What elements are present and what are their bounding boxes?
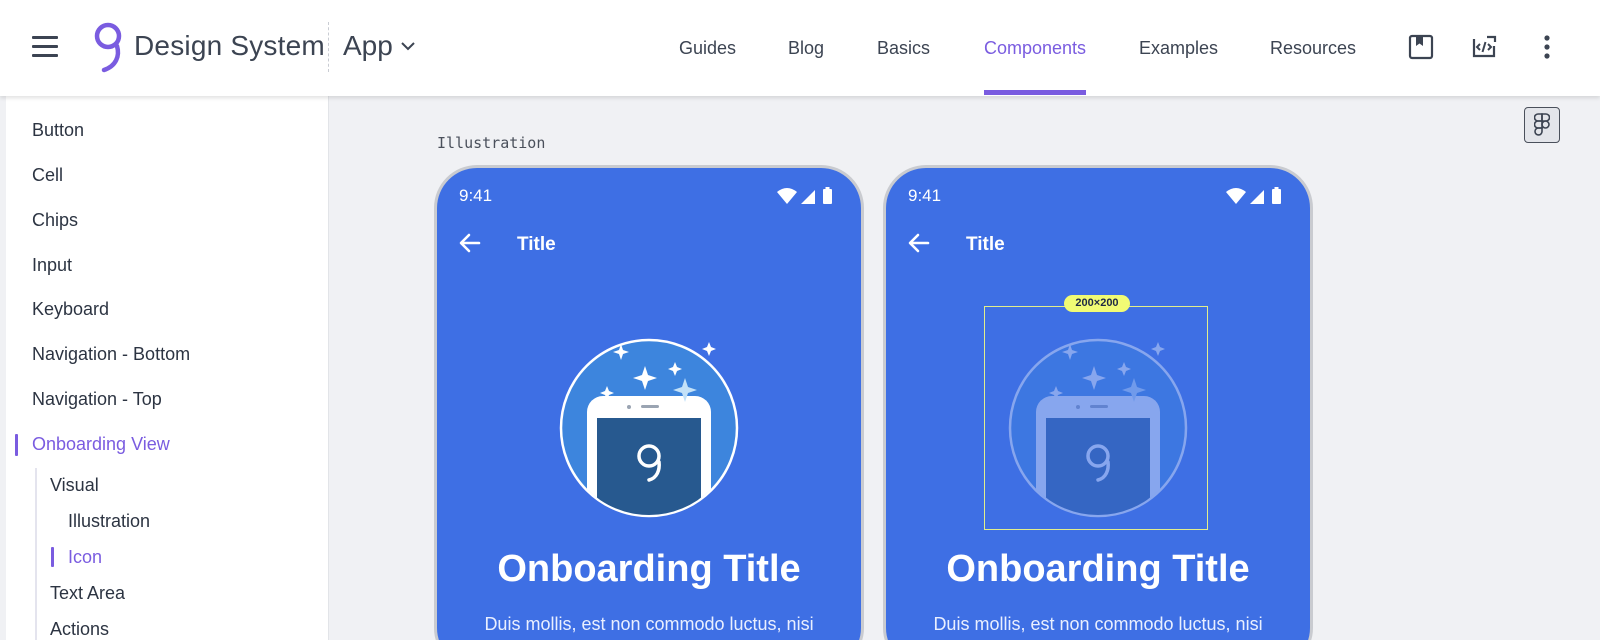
phone-preview-illustration: 9:41 Title Onboarding Title Duis mollis,…	[437, 168, 861, 640]
sidebar-subitem-actions[interactable]: Actions	[50, 619, 109, 640]
status-icons	[777, 187, 832, 204]
nav-blog[interactable]: Blog	[788, 38, 824, 59]
sidebar-item-navigation-top[interactable]: Navigation - Top	[32, 389, 162, 410]
top-app-bar: Design System App Guides Blog Basics Com…	[0, 0, 1600, 96]
menu-icon[interactable]	[32, 36, 58, 57]
brand-name[interactable]: Design System	[134, 30, 325, 62]
onboarding-body: Duis mollis, est non commodo luctus, nis…	[484, 614, 814, 634]
sidebar-item-onboarding-view[interactable]: Onboarding View	[32, 434, 170, 455]
status-icons	[1226, 187, 1281, 204]
active-subitem-indicator	[51, 547, 54, 567]
onboarding-title: Onboarding Title	[946, 548, 1250, 590]
app-switcher-label: App	[343, 30, 393, 61]
subtree-guide-line	[35, 468, 37, 640]
nav-resources[interactable]: Resources	[1270, 38, 1356, 59]
design-system-logo	[94, 22, 122, 73]
onboarding-illustration	[559, 338, 739, 518]
sidebar-item-chips[interactable]: Chips	[32, 210, 78, 231]
sidebar-subitem-text-area[interactable]: Text Area	[50, 583, 125, 604]
sidebar: Button Cell Chips Input Keyboard Navigat…	[6, 96, 329, 640]
onboarding-title: Onboarding Title	[497, 548, 801, 590]
status-time: 9:41	[459, 186, 493, 205]
figma-icon[interactable]	[1524, 107, 1560, 143]
nav-components[interactable]: Components	[984, 38, 1086, 59]
app-bar-title: Title	[517, 234, 556, 255]
chevron-down-icon	[401, 42, 415, 51]
sidebar-item-button[interactable]: Button	[32, 120, 84, 141]
sidebar-subitem-illustration[interactable]: Illustration	[68, 511, 150, 532]
size-spec-outline	[984, 306, 1208, 530]
status-time: 9:41	[908, 186, 942, 205]
onboarding-body: Duis mollis, est non commodo luctus, nis…	[933, 614, 1263, 634]
section-label: Illustration	[437, 134, 546, 152]
sidebar-item-navigation-bottom[interactable]: Navigation - Bottom	[32, 344, 190, 365]
back-arrow-icon[interactable]	[457, 230, 483, 256]
header-divider	[328, 22, 329, 72]
app-bar-title: Title	[966, 234, 1005, 255]
phone-preview-spec: 9:41 Title 200×200 Onboarding Title Duis…	[886, 168, 1310, 640]
more-vert-icon[interactable]	[1532, 32, 1562, 62]
sidebar-subitem-visual[interactable]: Visual	[50, 475, 99, 496]
nav-basics[interactable]: Basics	[877, 38, 930, 59]
code-icon[interactable]	[1469, 32, 1499, 62]
back-arrow-icon[interactable]	[906, 230, 932, 256]
active-item-indicator	[15, 434, 18, 456]
nav-guides[interactable]: Guides	[679, 38, 736, 59]
sidebar-item-keyboard[interactable]: Keyboard	[32, 299, 109, 320]
app-switcher-dropdown[interactable]: App	[343, 30, 415, 62]
size-spec-badge: 200×200	[1064, 295, 1130, 312]
sidebar-subitem-icon[interactable]: Icon	[68, 547, 102, 568]
nav-examples[interactable]: Examples	[1139, 38, 1218, 59]
sidebar-item-input[interactable]: Input	[32, 255, 72, 276]
sidebar-item-cell[interactable]: Cell	[32, 165, 63, 186]
bookmark-icon[interactable]	[1406, 32, 1436, 62]
active-tab-indicator	[984, 90, 1086, 95]
